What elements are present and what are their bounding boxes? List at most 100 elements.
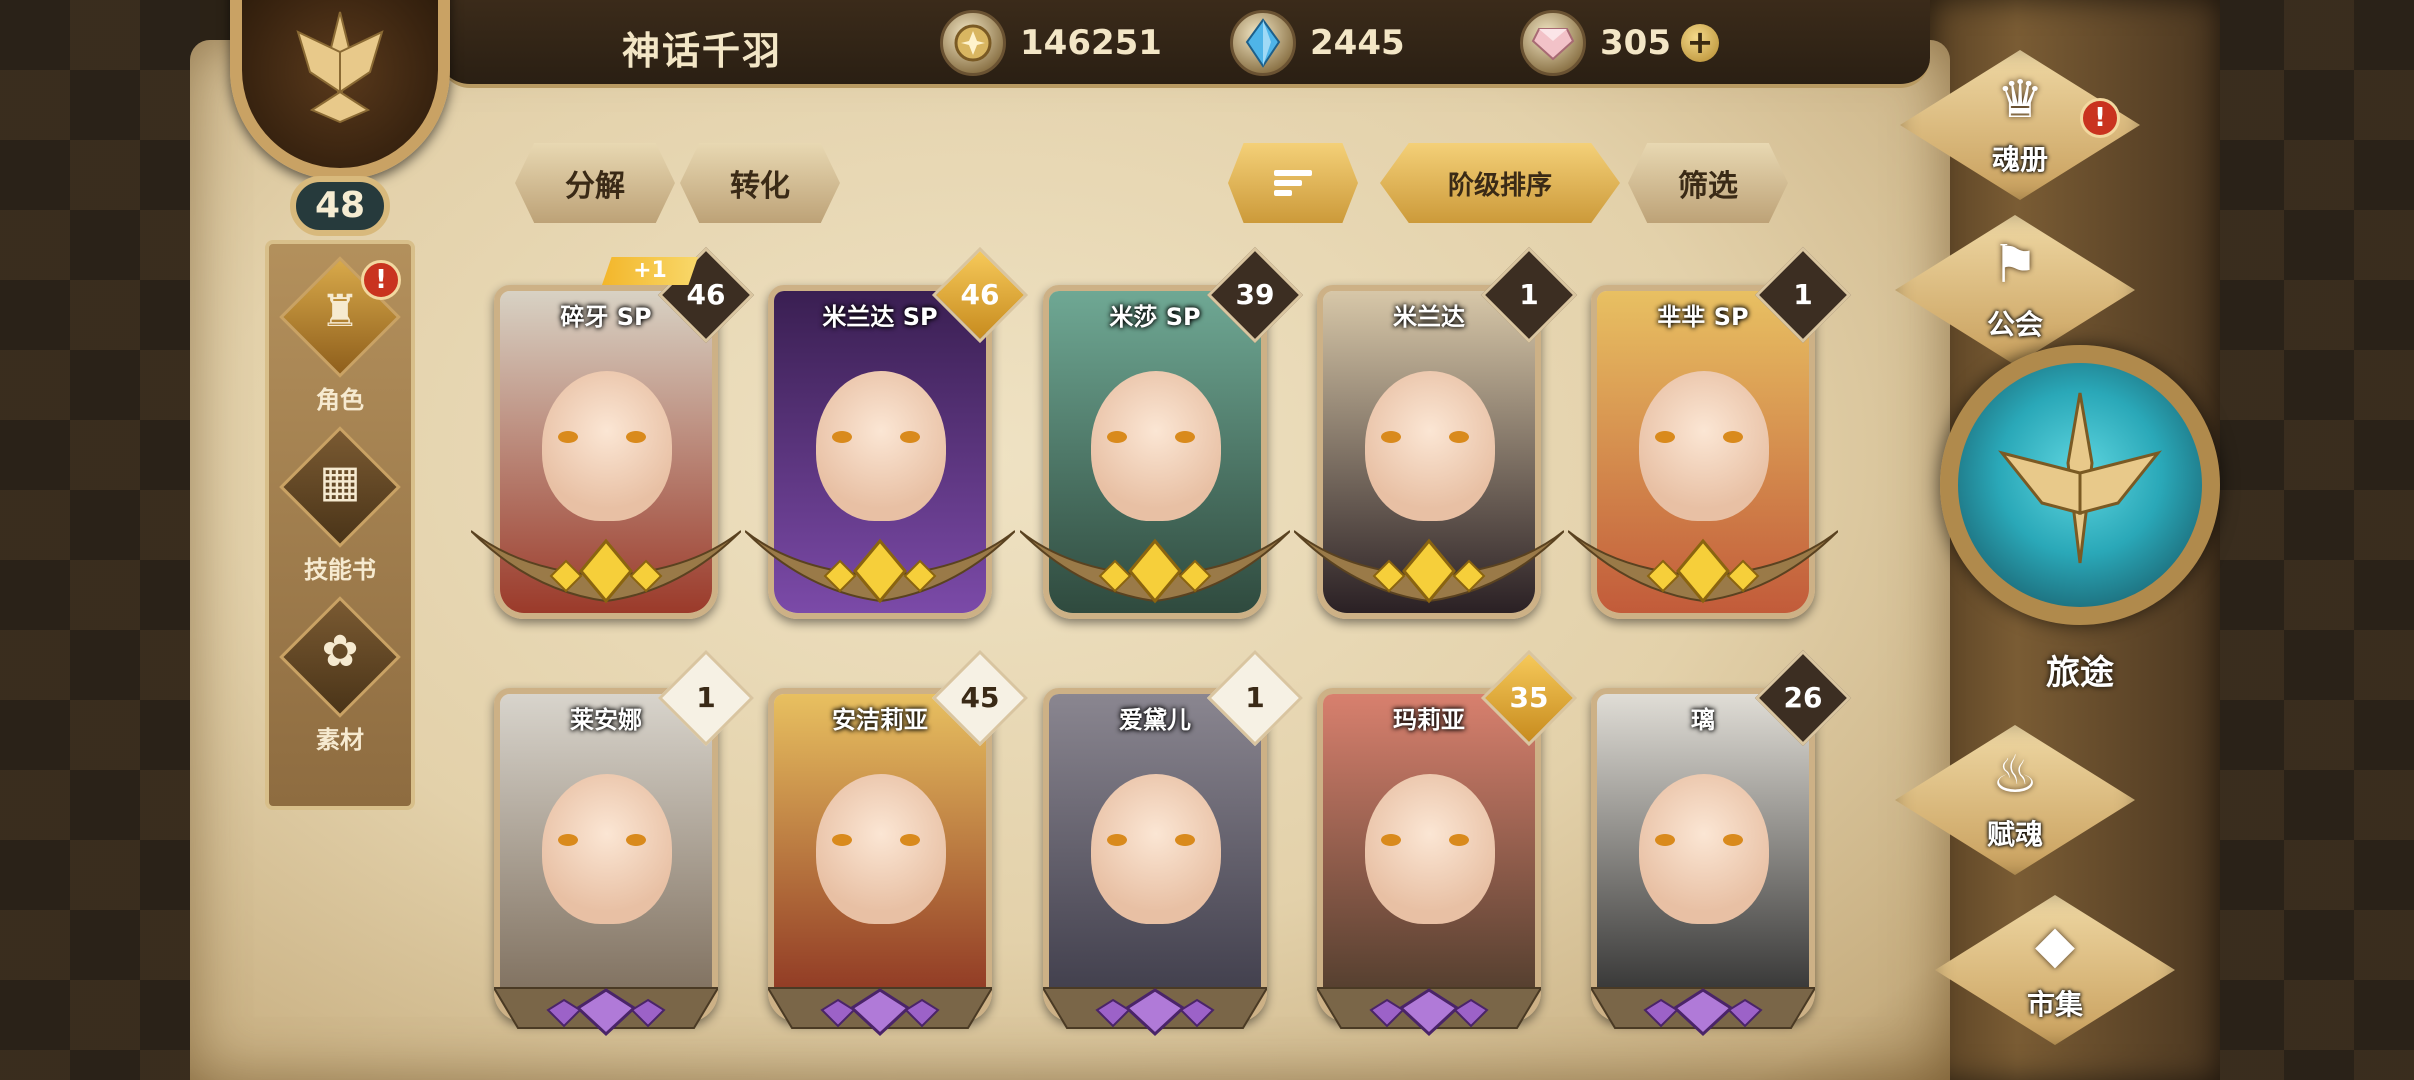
market-button[interactable]: ◆ 市集 [1935, 895, 2175, 1045]
left-background-pattern [0, 0, 200, 1080]
soul-book-button[interactable]: ♛ 魂册 ! [1900, 50, 2140, 200]
gold-value: 146251 [1020, 23, 1162, 63]
nav-item-material[interactable]: ✿ 素材 [269, 596, 411, 764]
pink-gem-icon [1520, 10, 1586, 76]
hero-level: 1 [1245, 681, 1265, 714]
hero-card[interactable]: 莱安娜 [494, 688, 718, 1022]
hero-face [1091, 371, 1221, 521]
player-name: 神话千羽 [622, 29, 783, 73]
sort-toggle-button[interactable] [1228, 143, 1358, 223]
hero-face [542, 774, 672, 924]
add-gem-button[interactable]: + [1680, 24, 1719, 62]
guild-banner-icon: ⚑ [1991, 235, 2039, 295]
hero-eye [1175, 431, 1195, 443]
gem-value: 305 [1600, 23, 1671, 63]
sort-by-rank-button[interactable]: 阶级排序 [1380, 143, 1620, 223]
gold-wing-base [1568, 530, 1838, 604]
journey-label: 旅途 [2046, 653, 2114, 693]
gold-coin-icon [940, 10, 1006, 76]
sort-icon [1274, 166, 1312, 200]
gold-currency: 146251 [940, 10, 1162, 76]
hero-eye [1381, 834, 1401, 846]
crystal-value: 2445 [1310, 23, 1405, 63]
nav-item-character[interactable]: ♜ 角色 ! [269, 256, 411, 424]
hero-eye [1655, 431, 1675, 443]
nav-label-skill-book: 技能书 [304, 556, 376, 584]
hero-eye [1381, 431, 1401, 443]
nav-label-material: 素材 [316, 726, 364, 754]
nav-item-skill-book[interactable]: ▦ 技能书 [269, 426, 411, 594]
hero-level: 1 [1793, 278, 1813, 311]
hero-face [1091, 774, 1221, 924]
nav-label-character: 角色 [316, 386, 364, 414]
gold-wing-base [745, 530, 1015, 604]
soul-book-label: 魂册 [1991, 143, 2048, 176]
hero-level: 1 [1519, 278, 1539, 311]
purple-rank-base [1043, 987, 1267, 1037]
filter-button[interactable]: 筛选 [1628, 143, 1788, 223]
purple-rank-base [768, 987, 992, 1037]
left-category-nav: ♜ 角色 ! ▦ 技能书 ✿ 素材 [265, 240, 415, 810]
hero-eye [1175, 834, 1195, 846]
hero-face [1365, 371, 1495, 521]
hero-eye [1107, 834, 1127, 846]
player-level-emblem[interactable]: 48 [200, 0, 480, 236]
hero-face [1639, 774, 1769, 924]
hero-eye [900, 834, 920, 846]
hero-level: 46 [686, 278, 726, 311]
hero-level: 45 [960, 681, 1000, 714]
hero-face [1365, 774, 1495, 924]
gold-wing-base [1020, 530, 1290, 604]
hero-eye [900, 431, 920, 443]
hero-eye [1723, 431, 1743, 443]
hero-eye [1723, 834, 1743, 846]
hero-eye [626, 834, 646, 846]
gem-shop-icon: ◆ [2035, 915, 2075, 975]
compass-emblem-icon [1940, 345, 2220, 625]
hero-card[interactable]: 玛莉亚 [1317, 688, 1541, 1022]
endow-soul-button[interactable]: ♨ 赋魂 [1895, 725, 2135, 875]
material-icon: ✿ [321, 626, 359, 677]
right-background-pattern [2214, 0, 2414, 1080]
alert-icon: ! [2080, 98, 2120, 138]
guild-crest [230, 0, 450, 180]
hero-eye [1449, 834, 1469, 846]
player-level-badge: 48 [290, 176, 390, 236]
gold-wing-base [471, 530, 741, 604]
hero-level: 26 [1783, 681, 1823, 714]
hero-card[interactable]: 璃 [1591, 688, 1815, 1022]
hero-eye [832, 834, 852, 846]
hero-eye [1107, 431, 1127, 443]
hero-eye [558, 834, 578, 846]
journey-button[interactable]: 旅途 [1940, 345, 2220, 695]
hero-level: 1 [696, 681, 716, 714]
convert-button[interactable]: 转化 [680, 143, 840, 223]
gold-wing-base [1294, 530, 1564, 604]
skill-book-icon: ▦ [319, 456, 361, 507]
hero-eye [1655, 834, 1675, 846]
guild-button[interactable]: ⚑ 公会 [1895, 215, 2135, 365]
gem-currency: 305 + [1520, 10, 1719, 76]
hero-face [816, 774, 946, 924]
market-label: 市集 [2026, 988, 2083, 1021]
decompose-button[interactable]: 分解 [515, 143, 675, 223]
hero-face [816, 371, 946, 521]
purple-rank-base [1591, 987, 1815, 1037]
hero-level: 39 [1235, 278, 1275, 311]
hero-level: 35 [1509, 681, 1549, 714]
hero-eye [832, 431, 852, 443]
purple-rank-base [494, 987, 718, 1037]
hero-eye [558, 431, 578, 443]
hero-eye [626, 431, 646, 443]
crystal-currency: 2445 [1230, 10, 1405, 76]
blue-crystal-icon [1230, 10, 1296, 76]
endow-soul-label: 赋魂 [1986, 818, 2043, 851]
hero-eye [1449, 431, 1469, 443]
hero-card[interactable]: 爱黛儿 [1043, 688, 1267, 1022]
flame-swirl-icon: ♨ [1991, 745, 2039, 805]
hero-face [542, 371, 672, 521]
guild-label: 公会 [1986, 308, 2043, 341]
hero-level: 46 [960, 278, 1000, 311]
purple-rank-base [1317, 987, 1541, 1037]
hero-card[interactable]: 安洁莉亚 [768, 688, 992, 1022]
